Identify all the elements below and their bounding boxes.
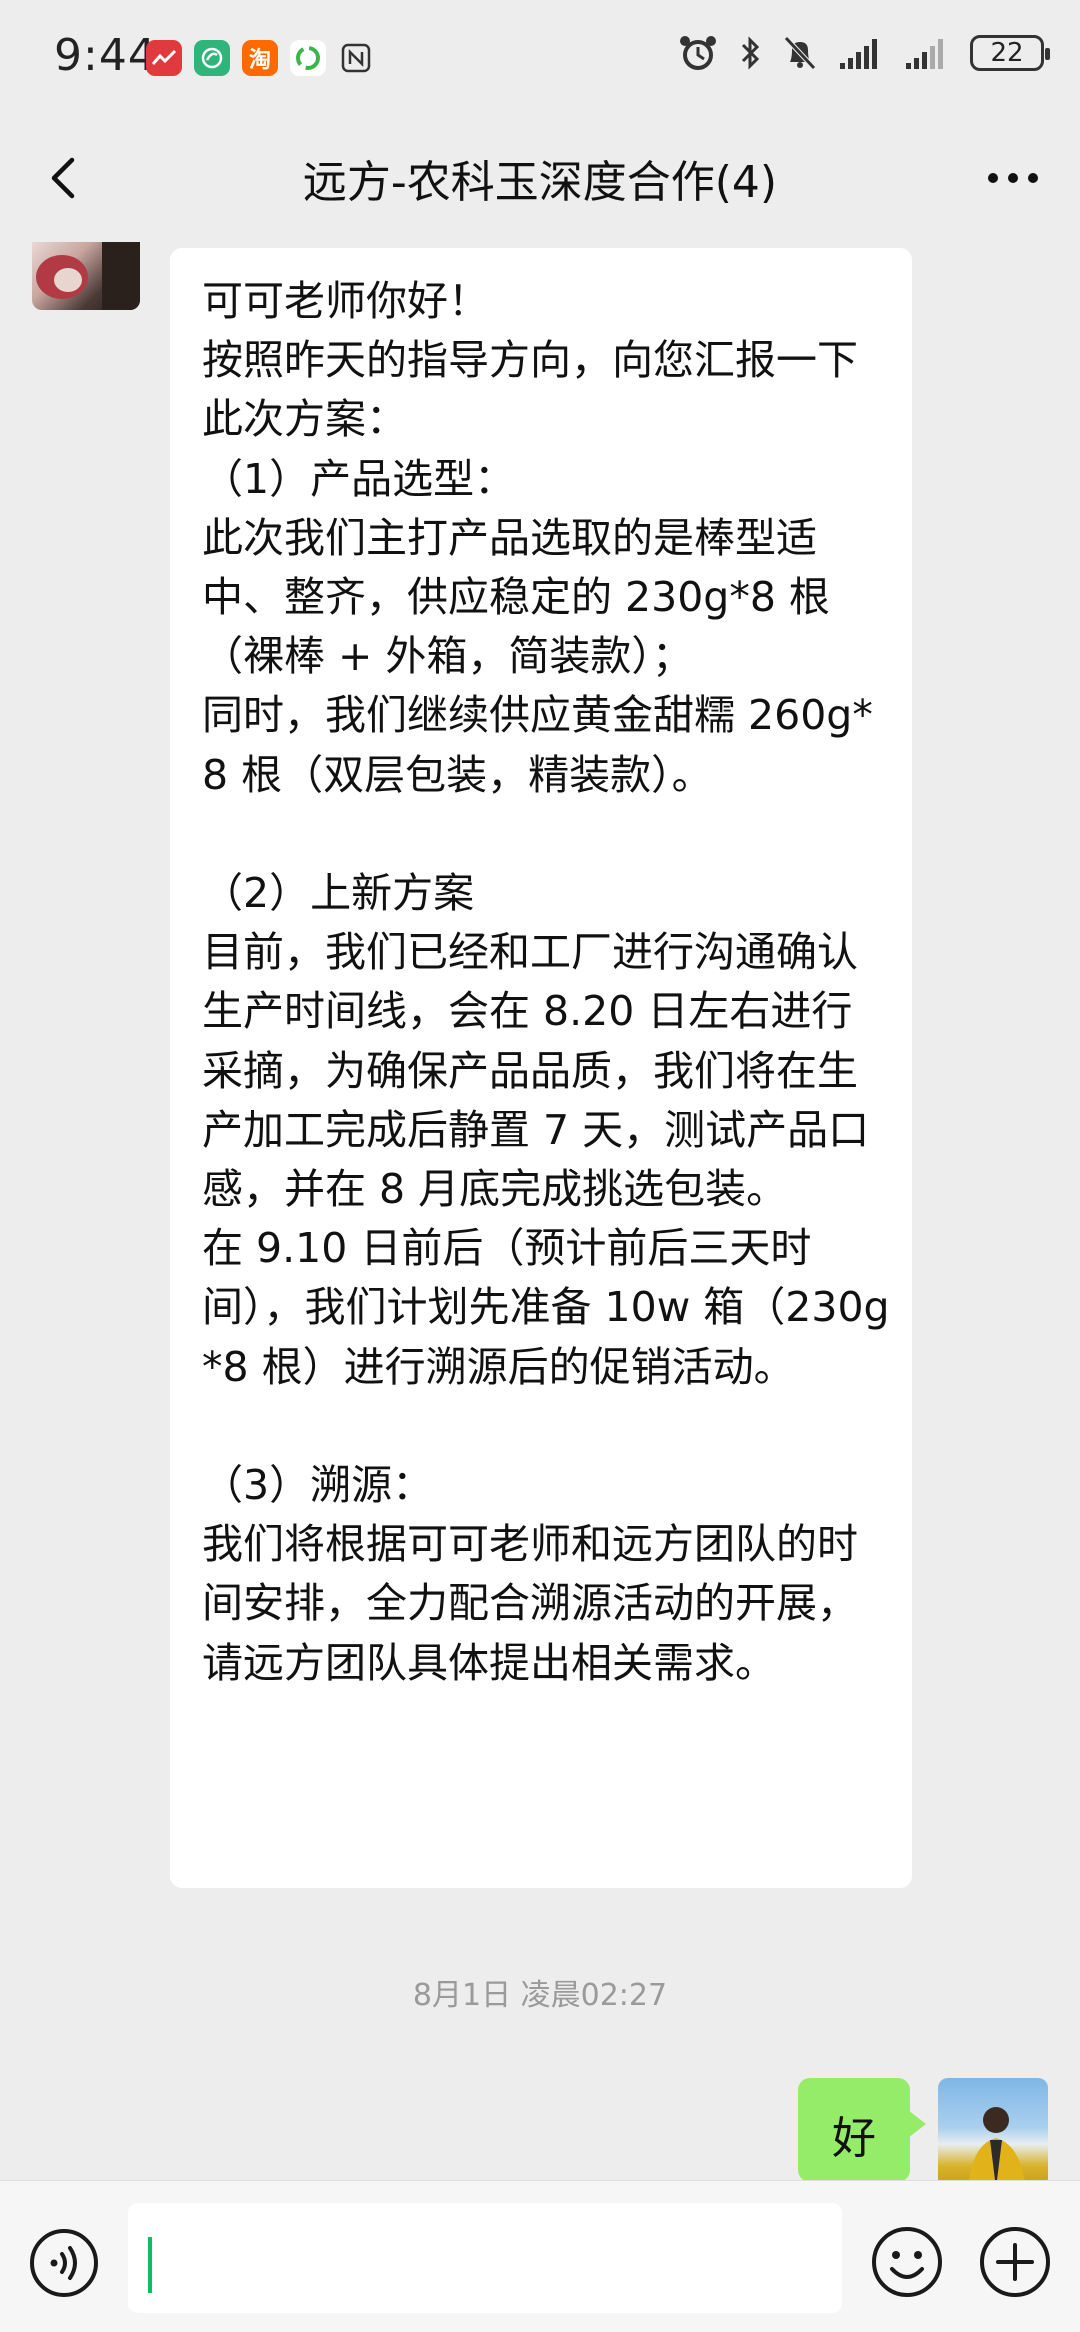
recycle-app-icon (290, 40, 326, 76)
chat-title: 远方-农科玉深度合作(4) (302, 157, 778, 208)
more-options-button[interactable] (978, 148, 1048, 208)
more-dots-icon (988, 173, 1038, 183)
text-cursor (148, 2237, 152, 2293)
status-bar: 9:44 淘 22 (0, 0, 1080, 120)
bluetooth-icon (741, 36, 760, 70)
sender-avatar[interactable] (32, 242, 140, 310)
emoji-button[interactable] (870, 2225, 944, 2299)
message-timestamp: 8月1日 凌晨02:27 (412, 1978, 668, 2013)
message-list[interactable]: 可可老师你好！ 按照昨天的指导方向，向您汇报一下此次方案： （1）产品选型： 此… (0, 242, 1080, 2180)
leaf-app-icon (194, 40, 230, 76)
more-actions-button[interactable] (978, 2225, 1052, 2299)
notification-icons: 淘 (146, 40, 374, 76)
incoming-message-bubble[interactable]: 可可老师你好！ 按照昨天的指导方向，向您汇报一下此次方案： （1）产品选型： 此… (170, 248, 912, 1888)
chat-header: 远方-农科玉深度合作(4) (0, 120, 1080, 242)
signal-sim1-icon (840, 39, 877, 69)
smiley-icon (872, 2227, 942, 2297)
message-input[interactable] (128, 2203, 842, 2313)
stocks-app-icon (146, 40, 182, 76)
signal-sim2-icon (906, 39, 943, 69)
status-right-group: 22 (678, 34, 1050, 72)
nfc-icon (338, 40, 374, 76)
alarm-icon (680, 36, 716, 70)
status-time: 9:44 (54, 30, 157, 81)
battery-level: 22 (990, 38, 1024, 68)
outgoing-message-bubble[interactable]: 好 (798, 2078, 926, 2180)
taobao-glyph: 淘 (248, 48, 271, 73)
composer-bar (0, 2180, 1080, 2332)
taobao-app-icon: 淘 (242, 40, 278, 76)
avatar-image (968, 2107, 1025, 2180)
voice-input-button[interactable] (28, 2227, 100, 2299)
battery-icon: 22 (970, 35, 1050, 71)
plus-icon (980, 2227, 1050, 2297)
my-avatar[interactable] (938, 2078, 1048, 2180)
outgoing-message-text: 好 (832, 2113, 876, 2164)
voice-icon (30, 2229, 98, 2297)
avatar-image (36, 242, 140, 310)
mute-bell-icon (784, 36, 816, 70)
incoming-message-text: 可可老师你好！ 按照昨天的指导方向，向您汇报一下此次方案： （1）产品选型： 此… (202, 277, 890, 1687)
